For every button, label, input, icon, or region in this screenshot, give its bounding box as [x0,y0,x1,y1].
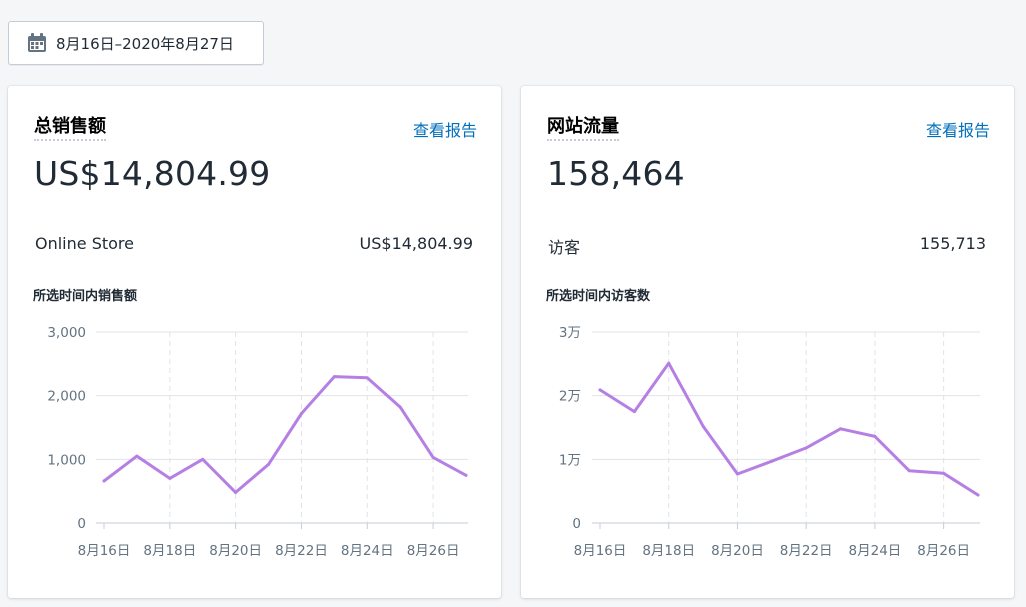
y-tick-label: 1万 [559,452,581,468]
calendar-icon [26,32,48,54]
x-tick-label: 8月20日 [209,543,262,559]
x-tick-label: 8月24日 [341,543,394,559]
data-point [942,471,946,475]
data-point [976,493,980,497]
data-point [667,361,671,365]
x-tick-label: 8月16日 [574,543,627,559]
data-point [431,455,435,459]
data-point [201,457,205,461]
x-tick-label: 8月22日 [780,543,833,559]
series-line [102,375,468,494]
y-tick-label: 0 [572,516,581,532]
sales-line-chart: 0 1,000 2,000 3,000 8月16日 8月18日 8月20日 8月22日 8月24… [47,325,468,559]
x-tick-label: 8月20日 [711,543,764,559]
data-point [907,469,911,473]
data-point [135,454,139,458]
data-point [168,476,172,480]
data-point [234,490,238,494]
data-point [632,410,636,414]
data-point [770,459,774,463]
y-tick-label: 0 [77,516,86,532]
x-tick-label: 8月24日 [849,543,902,559]
visitors-line-chart: 0 1万 2万 3万 8月16日 8月18日 8月20日 8月22日 8月24日 8月26日 [559,325,980,559]
data-point [102,479,106,483]
data-point [701,424,705,428]
series-line [598,361,980,497]
total-sales-card: 总销售额 查看报告 US$14,804.99 Online Store US$1… [8,86,501,598]
data-point [735,472,739,476]
date-range-button[interactable]: 8月16日–2020年8月27日 [8,21,264,65]
site-traffic-card: 网站流量 查看报告 158,464 访客 155,713 所选时间内访客数 01… [521,86,1014,598]
x-tick-label: 8月18日 [143,543,196,559]
y-tick-label: 3万 [559,325,581,341]
x-tick-label: 8月22日 [275,543,328,559]
data-point [267,462,271,466]
x-tick-label: 8月16日 [78,543,131,559]
data-point [873,434,877,438]
data-point [464,473,468,477]
y-tick-label: 3,000 [47,325,86,341]
y-tick-label: 1,000 [47,452,86,468]
y-tick-label: 2万 [559,389,581,405]
data-point [804,446,808,450]
data-point [299,411,303,415]
x-tick-label: 8月26日 [407,543,460,559]
data-point [839,427,843,431]
data-point [398,405,402,409]
x-tick-label: 8月18日 [642,543,695,559]
x-tick-label: 8月26日 [917,543,970,559]
data-point [332,375,336,379]
data-point [598,388,602,392]
data-point [365,376,369,380]
y-tick-label: 2,000 [47,389,86,405]
date-range-label: 8月16日–2020年8月27日 [56,34,234,53]
